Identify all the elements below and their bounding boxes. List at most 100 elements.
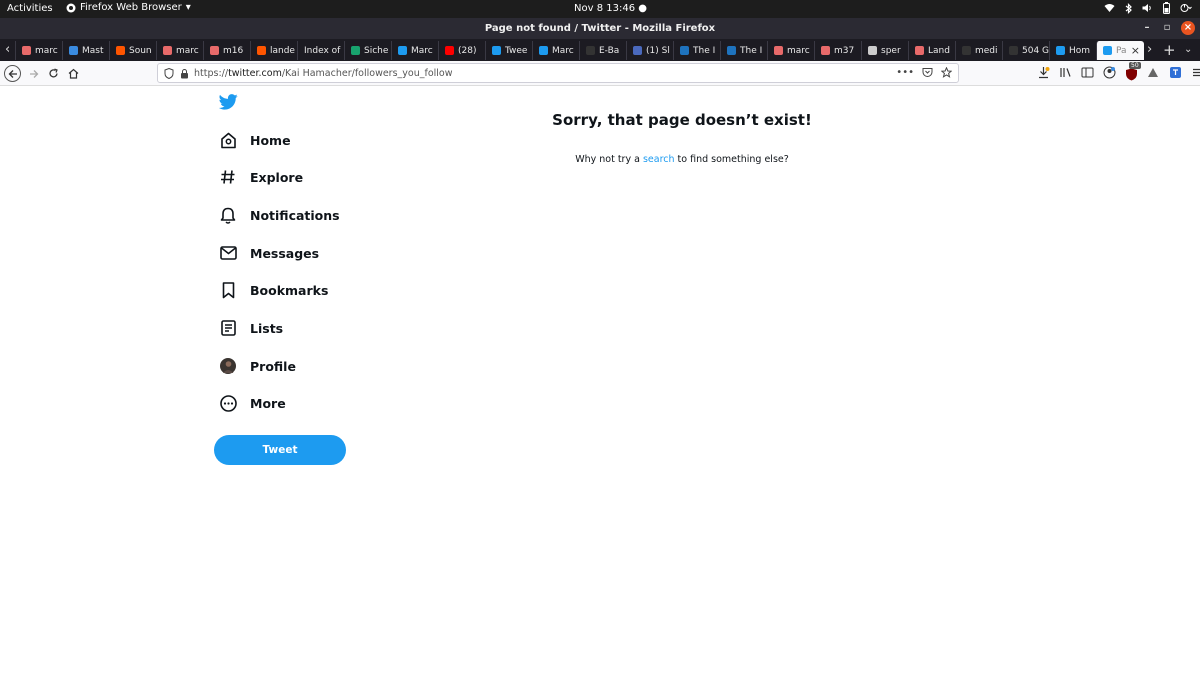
shield-icon[interactable]: [164, 68, 174, 79]
tab-favicon-icon: [445, 46, 454, 55]
tab-label: marc: [787, 45, 810, 56]
pocket-icon[interactable]: [922, 67, 933, 78]
browser-tab[interactable]: Mast: [62, 41, 109, 60]
forward-button[interactable]: [25, 65, 42, 82]
tab-favicon-icon: [774, 46, 783, 55]
tab-label: Hom: [1069, 45, 1091, 56]
nav-home[interactable]: Home: [219, 128, 291, 152]
browser-tab[interactable]: Pa ×: [1096, 41, 1144, 60]
close-tab-icon[interactable]: ×: [1131, 44, 1140, 57]
nav-explore[interactable]: Explore: [219, 165, 303, 189]
browser-tab[interactable]: lande: [250, 41, 297, 60]
url-text[interactable]: https://twitter.com/Kai Hamacher/followe…: [194, 68, 453, 79]
window-title: Page not found / Twitter - Mozilla Firef…: [484, 23, 716, 34]
browser-tab[interactable]: (28): [438, 41, 485, 60]
browser-tab[interactable]: m37: [814, 41, 861, 60]
browser-tab[interactable]: Twee: [485, 41, 532, 60]
tab-label: sper: [881, 45, 901, 56]
tab-label: Soun: [129, 45, 152, 56]
reload-icon: [49, 68, 58, 78]
new-tab-button[interactable]: +: [1163, 42, 1176, 58]
bookmark-star-icon[interactable]: [941, 67, 952, 78]
activities-button[interactable]: Activities: [7, 3, 53, 14]
back-button[interactable]: [4, 65, 21, 82]
hamburger-menu-icon[interactable]: [1191, 66, 1200, 79]
browser-tab[interactable]: Land: [908, 41, 955, 60]
browser-tab[interactable]: E-Ba: [579, 41, 626, 60]
browser-tab[interactable]: Index of: [297, 41, 344, 60]
tab-favicon-icon: [257, 46, 266, 55]
hashtag-icon: [219, 168, 237, 186]
url-bar[interactable]: https://twitter.com/Kai Hamacher/followe…: [157, 63, 959, 83]
nav-home-label: Home: [250, 132, 291, 148]
tab-label: Marc: [552, 45, 574, 56]
extension-icon[interactable]: [1147, 66, 1160, 79]
home-button[interactable]: [65, 65, 82, 82]
maximize-button[interactable]: ▫: [1160, 21, 1174, 35]
translate-extension-icon[interactable]: [1169, 66, 1182, 79]
app-menu[interactable]: Firefox Web Browser ▾: [66, 2, 191, 13]
browser-tab[interactable]: sper: [861, 41, 908, 60]
tab-label: (28): [458, 45, 477, 56]
browser-tab[interactable]: Hom: [1049, 41, 1096, 60]
nav-bookmarks[interactable]: Bookmarks: [219, 278, 328, 302]
browser-tab[interactable]: Soun: [109, 41, 156, 60]
search-link[interactable]: search: [643, 154, 675, 165]
firefox-icon: [66, 3, 76, 12]
tab-favicon-icon: [351, 46, 360, 55]
nav-notifications[interactable]: Notifications: [219, 203, 340, 227]
tab-favicon-icon: [22, 46, 31, 55]
nav-messages[interactable]: Messages: [219, 241, 319, 265]
system-top-bar: Activities Firefox Web Browser ▾ Nov 8 1…: [0, 0, 1200, 18]
reload-button[interactable]: [45, 65, 62, 82]
tab-label: marc: [176, 45, 199, 56]
browser-tab[interactable]: The I: [720, 41, 767, 60]
nav-profile[interactable]: Profile: [219, 354, 296, 378]
nav-bookmarks-label: Bookmarks: [250, 282, 329, 298]
close-window-button[interactable]: ×: [1181, 21, 1195, 35]
browser-tab[interactable]: Marc: [532, 41, 579, 60]
browser-tab[interactable]: 504 G: [1002, 41, 1049, 60]
tab-label: m37: [834, 45, 855, 56]
lock-icon[interactable]: [180, 68, 189, 79]
message-text-before: Why not try a: [575, 154, 643, 165]
page-actions-menu-icon[interactable]: •••: [896, 67, 914, 78]
battery-icon: [1163, 2, 1170, 14]
scroll-tabs-left-button[interactable]: ‹: [5, 42, 10, 58]
browser-tab[interactable]: m16: [203, 41, 250, 60]
minimize-button[interactable]: –: [1140, 21, 1154, 35]
browser-tab[interactable]: marc: [156, 41, 203, 60]
tab-favicon-icon: [163, 46, 172, 55]
tab-label: Index of: [304, 45, 341, 56]
tweet-button[interactable]: Tweet: [214, 435, 346, 465]
ublock-origin-button[interactable]: 50: [1125, 62, 1141, 81]
account-icon[interactable]: [1103, 66, 1116, 79]
twitter-logo-icon[interactable]: [218, 94, 238, 114]
tab-favicon-icon: [1009, 46, 1018, 55]
clock[interactable]: Nov 8 13:46 ●: [574, 3, 647, 14]
library-icon[interactable]: [1059, 66, 1072, 79]
sidebar-toggle-icon[interactable]: [1081, 66, 1094, 79]
volume-icon: [1142, 4, 1151, 12]
list-all-tabs-button[interactable]: ⌄: [1184, 42, 1192, 58]
browser-tab[interactable]: marc: [767, 41, 814, 60]
browser-tab[interactable]: The I: [673, 41, 720, 60]
tab-label: E-Ba: [599, 45, 620, 56]
browser-tab[interactable]: (1) Sl: [626, 41, 673, 60]
nav-lists[interactable]: Lists: [219, 316, 283, 340]
not-found-message: Why not try a search to find something e…: [482, 154, 882, 165]
nav-more[interactable]: More: [219, 391, 286, 415]
nav-profile-label: Profile: [250, 358, 296, 374]
downloads-icon[interactable]: [1037, 66, 1050, 79]
tab-favicon-icon: [1056, 46, 1065, 55]
addons-badge: 50: [1129, 62, 1141, 69]
system-tray[interactable]: [1104, 2, 1192, 14]
browser-tab[interactable]: marc: [15, 41, 62, 60]
browser-tab[interactable]: Siche: [344, 41, 391, 60]
tab-favicon-icon: [727, 46, 736, 55]
scroll-tabs-right-button[interactable]: ›: [1147, 42, 1152, 58]
tab-favicon-icon: [398, 46, 407, 55]
browser-tab[interactable]: Marc: [391, 41, 438, 60]
home-icon: [219, 131, 237, 149]
browser-tab[interactable]: medi: [955, 41, 1002, 60]
